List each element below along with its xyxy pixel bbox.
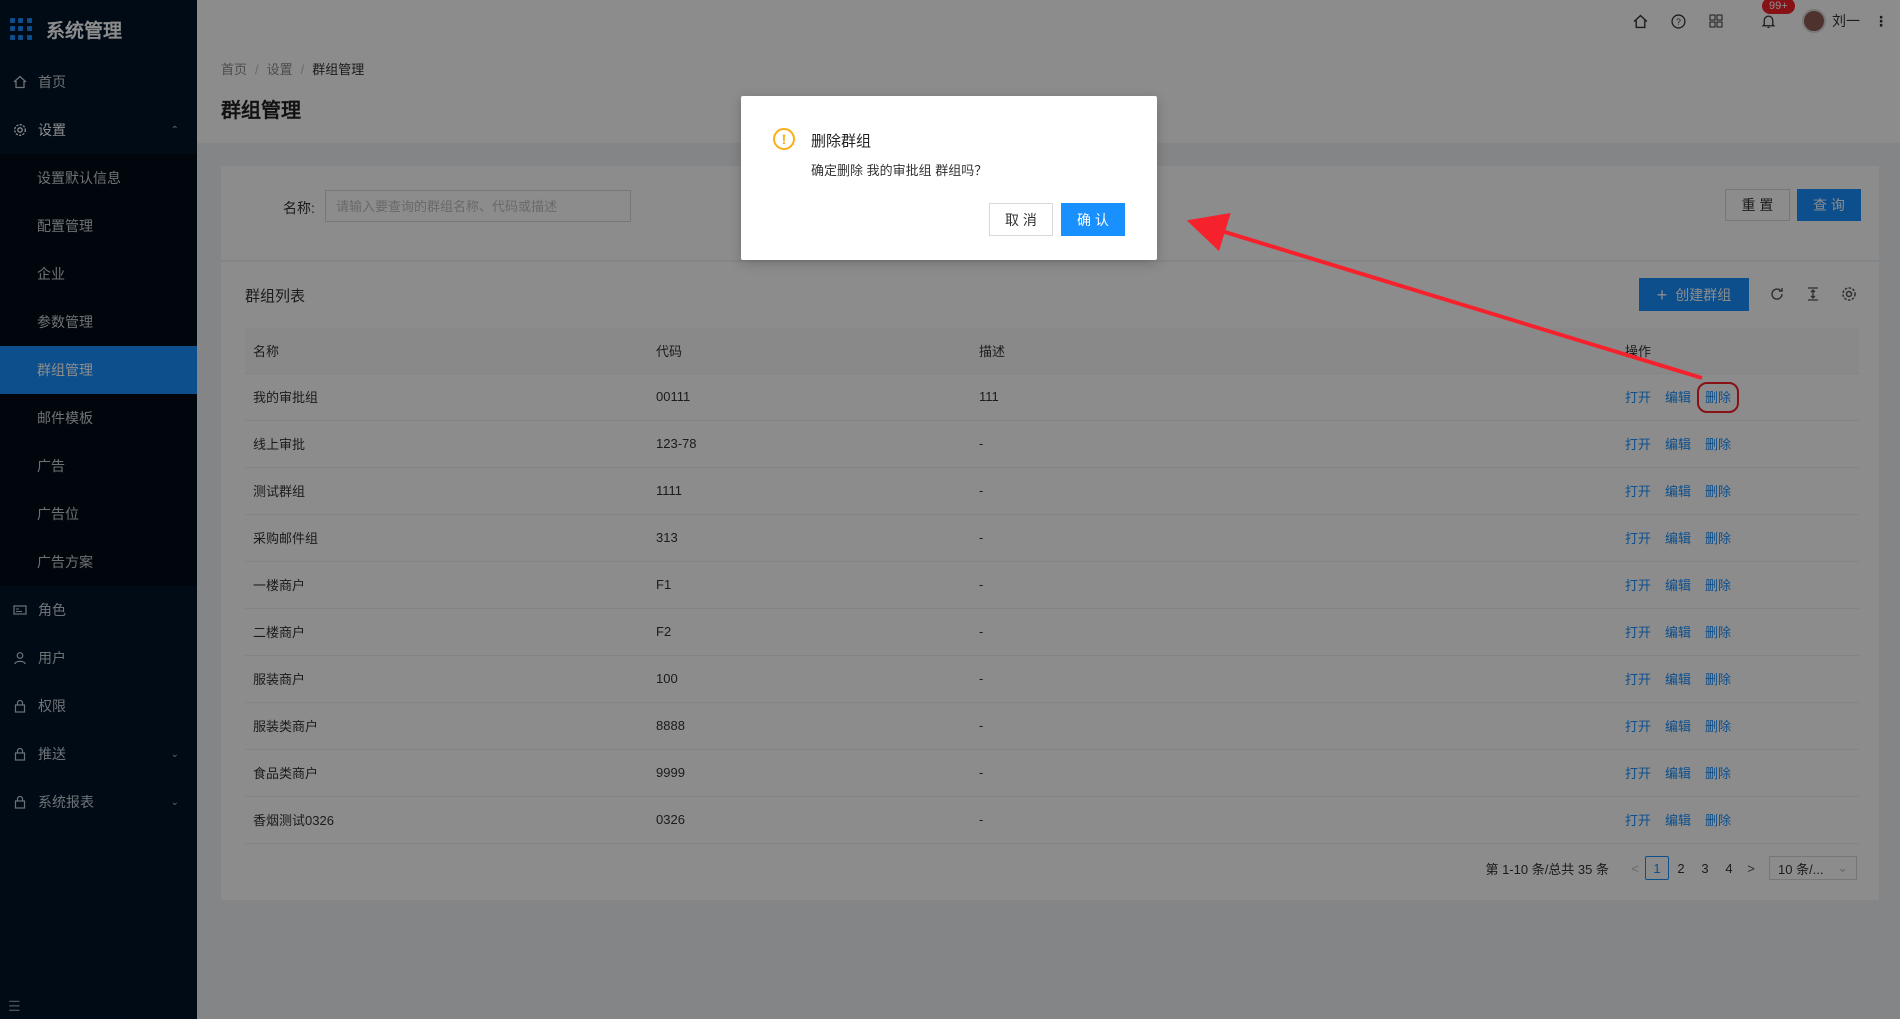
delete-confirm-modal: ! 删除群组 确定删除 我的审批组 群组吗？ 取 消 确 认 [741,96,1157,260]
confirm-button[interactable]: 确 认 [1061,203,1125,236]
cancel-button[interactable]: 取 消 [989,203,1053,236]
exclamation-circle-icon: ! [773,128,795,150]
modal-title: 删除群组 [811,133,872,150]
modal-content: 确定删除 我的审批组 群组吗？ [811,163,988,178]
